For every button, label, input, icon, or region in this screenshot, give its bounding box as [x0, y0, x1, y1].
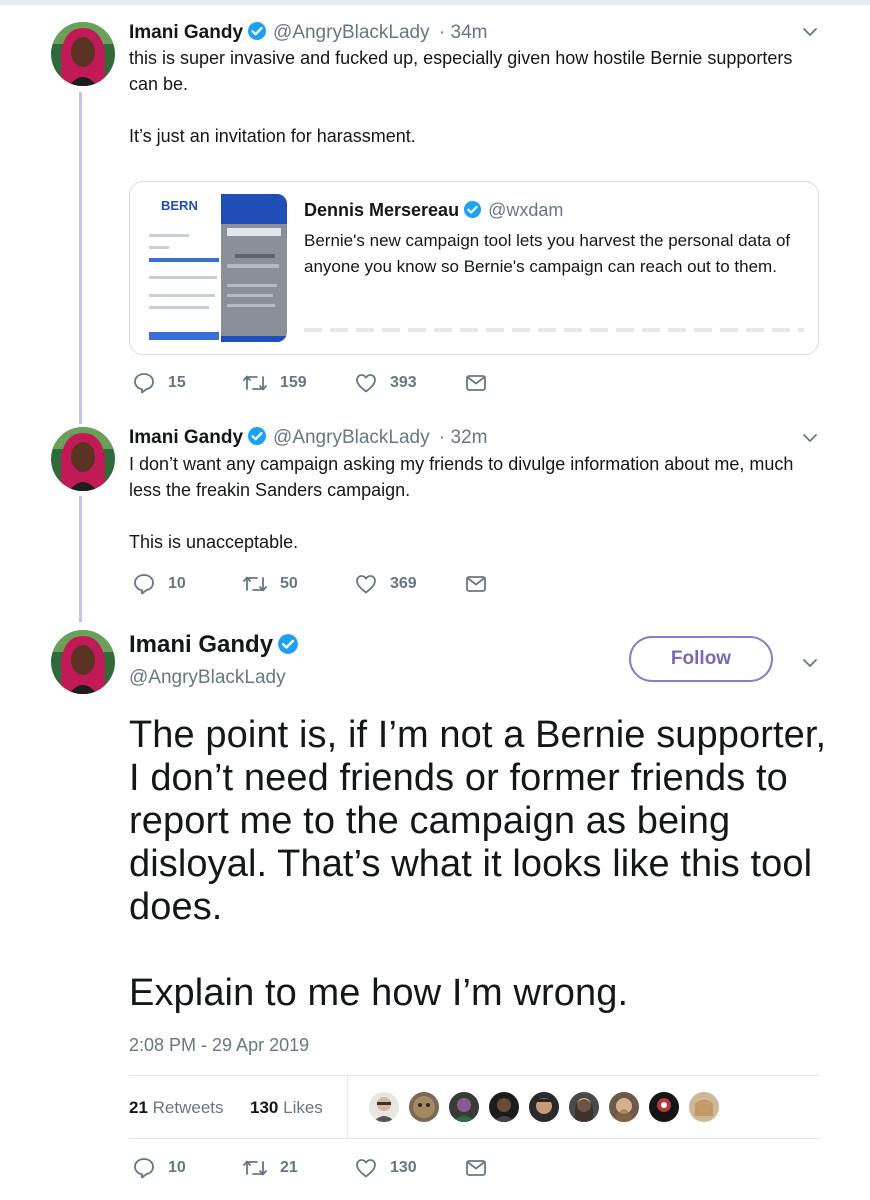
retweet-icon [243, 375, 267, 391]
direct-message-button[interactable] [464, 572, 500, 596]
quoted-author-name: Dennis Mersereau [304, 200, 460, 220]
liker-avatar[interactable] [647, 1090, 681, 1124]
liker-avatar[interactable] [487, 1090, 521, 1124]
heart-icon [356, 575, 376, 594]
reply-button[interactable]: 10 [132, 1156, 186, 1180]
reply-count: 10 [168, 575, 186, 592]
stats-divider [347, 1076, 348, 1138]
like-button[interactable]: 393 [354, 371, 417, 395]
tweet-paragraph: this is super invasive and fucked up, es… [129, 48, 793, 94]
liker-avatar[interactable] [447, 1090, 481, 1124]
like-count: 130 [390, 1159, 417, 1176]
envelope-icon [466, 375, 486, 391]
follow-button[interactable]: Follow [629, 636, 773, 682]
retweet-icon [243, 1160, 267, 1176]
verified-badge-icon [247, 426, 267, 452]
engagement-stats: 21 Retweets 130 Likes [129, 1075, 820, 1139]
main-author-name-row: Imani Gandy [129, 631, 299, 662]
reply-icon [134, 373, 154, 394]
tweet-paragraph: This is unacceptable. [129, 532, 299, 552]
retweet-count: 21 [280, 1159, 298, 1176]
retweet-button[interactable]: 21 [242, 1156, 298, 1180]
liker-avatar[interactable] [367, 1090, 401, 1124]
avatar[interactable] [51, 630, 115, 694]
quoted-tweet-header: Dennis Mersereau @wxdam [304, 200, 563, 224]
avatar[interactable] [51, 22, 115, 86]
retweet-button[interactable]: 159 [242, 371, 307, 395]
main-tweet-text: The point is, if I’m not a Bernie suppor… [129, 714, 829, 1015]
chevron-down-icon[interactable] [800, 653, 820, 678]
thread-line [79, 496, 82, 622]
tweet-header: Imani Gandy @AngryBlackLady · 34m [129, 21, 487, 47]
retweet-label: Retweets [152, 1098, 224, 1117]
author-name[interactable]: Imani Gandy [129, 427, 243, 448]
tweet-time[interactable]: · 32m [439, 427, 488, 448]
tweet-time[interactable]: · 34m [439, 22, 488, 43]
quoted-author-handle: @wxdam [488, 200, 564, 220]
retweets-stat[interactable]: 21 Retweets [129, 1098, 224, 1118]
quoted-tweet-truncated-line [304, 328, 804, 332]
retweet-icon [243, 576, 267, 592]
direct-message-button[interactable] [464, 371, 500, 395]
like-button[interactable]: 369 [354, 572, 417, 596]
author-handle[interactable]: @AngryBlackLady [129, 667, 286, 689]
likes-stat[interactable]: 130 Likes [250, 1098, 323, 1118]
author-name[interactable]: Imani Gandy [129, 22, 243, 43]
quoted-tweet[interactable]: BERN Dennis Mersereau @wxdam Bernie's new… [129, 181, 819, 355]
quoted-tweet-text: Bernie's new campaign tool lets you harv… [304, 231, 791, 276]
verified-badge-icon [247, 21, 267, 47]
thread-line [79, 92, 82, 424]
avatar[interactable] [51, 427, 115, 491]
liker-avatar[interactable] [567, 1090, 601, 1124]
author-name[interactable]: Imani Gandy [129, 631, 273, 658]
reply-count: 10 [168, 1159, 186, 1176]
retweet-button[interactable]: 50 [242, 572, 298, 596]
liker-avatar[interactable] [687, 1090, 721, 1124]
reply-button[interactable]: 15 [132, 371, 186, 395]
like-count: 393 [390, 374, 417, 391]
like-button[interactable]: 130 [354, 1156, 417, 1180]
tweet-header: Imani Gandy @AngryBlackLady · 32m [129, 426, 487, 452]
liker-avatar[interactable] [607, 1090, 641, 1124]
tweet-paragraph: Explain to me how I’m wrong. [129, 972, 629, 1014]
reply-button[interactable]: 10 [132, 572, 186, 596]
retweet-total: 21 [129, 1098, 148, 1117]
liker-avatar[interactable] [407, 1090, 441, 1124]
tweet-text: this is super invasive and fucked up, es… [129, 45, 819, 149]
envelope-icon [466, 576, 486, 592]
chevron-down-icon[interactable] [800, 428, 820, 453]
tweet-paragraph: It’s just an invitation for harassment. [129, 126, 416, 146]
like-count: 369 [390, 575, 417, 592]
top-divider [0, 0, 870, 5]
heart-icon [356, 1159, 376, 1178]
envelope-icon [466, 1160, 486, 1176]
reply-icon [134, 574, 154, 595]
like-label: Likes [283, 1098, 323, 1117]
heart-icon [356, 374, 376, 393]
direct-message-button[interactable] [464, 1156, 500, 1180]
retweet-count: 50 [280, 575, 298, 592]
tweet-paragraph: The point is, if I’m not a Bernie suppor… [129, 714, 827, 928]
reply-count: 15 [168, 374, 186, 391]
liker-avatar[interactable] [527, 1090, 561, 1124]
verified-badge-icon [463, 200, 482, 224]
quoted-thumb-logo: BERN [161, 198, 198, 213]
tweet-timestamp[interactable]: 2:08 PM - 29 Apr 2019 [129, 1035, 309, 1056]
tweet-paragraph: I don’t want any campaign asking my frie… [129, 454, 794, 500]
tweet-text: I don’t want any campaign asking my frie… [129, 451, 819, 555]
like-total: 130 [250, 1098, 279, 1117]
chevron-down-icon[interactable] [800, 22, 820, 47]
author-handle[interactable]: @AngryBlackLady [273, 427, 430, 448]
quoted-tweet-thumbnail: BERN [145, 194, 287, 342]
author-handle[interactable]: @AngryBlackLady [273, 22, 430, 43]
retweet-count: 159 [280, 374, 307, 391]
reply-icon [134, 1158, 154, 1179]
verified-badge-icon [277, 633, 299, 662]
